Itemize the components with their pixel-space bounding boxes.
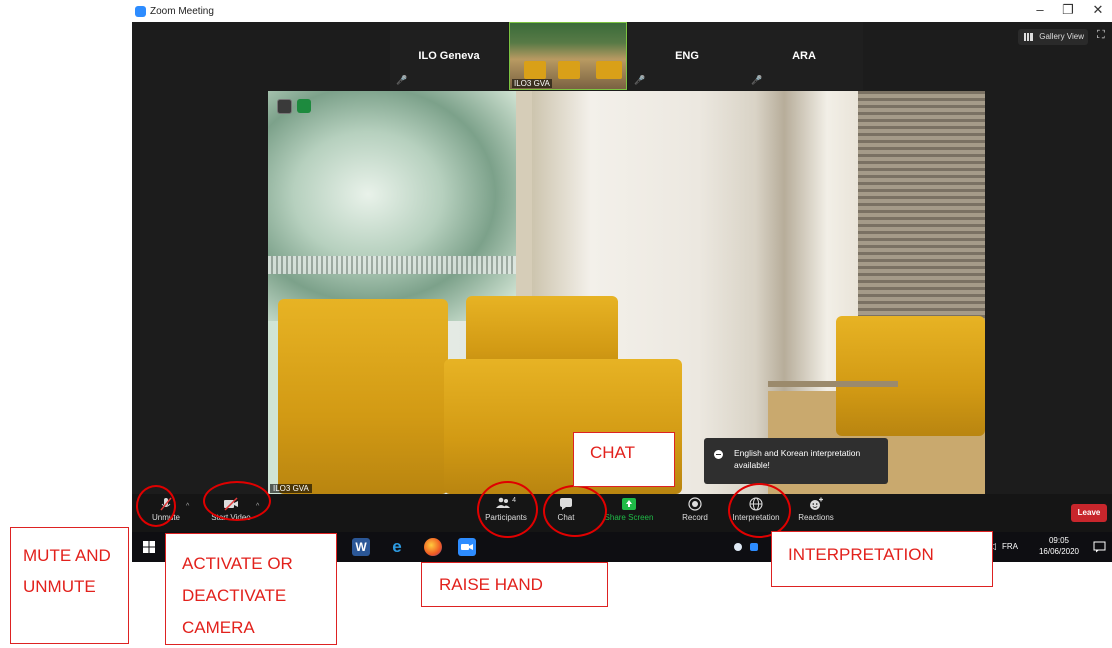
grid-icon	[1024, 33, 1033, 41]
chair-shape	[524, 61, 546, 79]
fullscreen-icon[interactable]: ⛶	[1097, 29, 1105, 42]
encryption-shield-icon[interactable]	[297, 99, 311, 113]
participant-tile-video[interactable]: ILO3 GVA	[509, 22, 627, 90]
minimize-button[interactable]: –	[1030, 2, 1050, 17]
info-icon	[714, 450, 723, 459]
clock-date: 16/06/2020	[1038, 547, 1080, 556]
callout-interpretation: INTERPRETATION	[771, 531, 993, 587]
window-titlebar	[132, 0, 1112, 22]
edge-browser-icon[interactable]: e	[388, 538, 406, 556]
participant-name: ENG	[675, 50, 699, 62]
leave-button[interactable]: Leave	[1071, 504, 1107, 522]
record-label: Record	[682, 513, 708, 522]
interpretation-highlight-ring	[728, 483, 791, 538]
muted-mic-icon: 🎤	[751, 75, 763, 85]
restore-button[interactable]: ❐	[1058, 2, 1078, 18]
participant-name: ILO Geneva	[418, 50, 480, 62]
participant-name: ILO3 GVA	[512, 79, 552, 88]
video-participant-label: ILO3 GVA	[270, 484, 312, 493]
chair	[278, 299, 448, 494]
tray-zoom-icon[interactable]	[750, 543, 758, 551]
callout-mute-unmute: MUTE AND UNMUTE	[10, 527, 129, 644]
chair-shape	[558, 61, 580, 79]
video-highlight-ring	[203, 481, 271, 521]
balcony-railing	[268, 256, 518, 274]
window-title: Zoom Meeting	[150, 6, 214, 17]
share-screen-label: Share Screen	[604, 513, 654, 522]
participant-name: ARA	[792, 50, 816, 62]
interpretation-toast: English and Korean interpretation availa…	[704, 438, 888, 484]
zoom-camera-icon	[461, 544, 473, 550]
participant-tile[interactable]: ILO Geneva 🎤	[390, 22, 508, 90]
tray-app-icon[interactable]	[734, 543, 742, 551]
muted-mic-icon: 🎤	[396, 75, 408, 85]
callout-chat: CHAT	[573, 432, 675, 487]
gallery-view-button[interactable]: Gallery View	[1018, 29, 1088, 45]
chair-shape	[596, 61, 622, 79]
participants-highlight-ring	[477, 481, 538, 538]
unmute-highlight-ring	[136, 485, 176, 527]
close-button[interactable]: ✕	[1088, 2, 1108, 18]
participant-tile[interactable]: ARA 🎤	[745, 22, 863, 90]
firefox-icon[interactable]	[424, 538, 442, 556]
reactions-button[interactable]: Reactions	[796, 497, 836, 522]
chat-highlight-ring	[543, 485, 607, 537]
window-trees	[268, 91, 518, 321]
muted-mic-icon: 🎤	[634, 75, 646, 85]
chair	[836, 316, 985, 436]
zoom-taskbar-icon[interactable]	[458, 538, 476, 556]
callout-camera: ACTIVATE OR DEACTIVATE CAMERA	[165, 533, 337, 645]
smiley-plus-icon	[810, 497, 823, 510]
language-indicator[interactable]: FRA	[1002, 542, 1018, 551]
record-icon	[688, 497, 702, 511]
record-button[interactable]: Record	[679, 497, 711, 522]
gallery-view-label: Gallery View	[1039, 32, 1084, 41]
share-screen-icon	[622, 498, 636, 510]
share-screen-button[interactable]: Share Screen	[602, 497, 656, 522]
windows-start-icon[interactable]	[143, 541, 155, 553]
notifications-icon[interactable]	[1093, 541, 1106, 553]
callout-raise-hand: RAISE HAND	[421, 562, 608, 607]
word-icon[interactable]: W	[352, 538, 370, 556]
toast-text: English and Korean interpretation availa…	[734, 448, 861, 470]
desk-edge	[768, 381, 898, 387]
window-blinds	[858, 91, 985, 331]
system-clock[interactable]: 09:05 16/06/2020	[1034, 535, 1084, 557]
camera-info-icon[interactable]	[277, 99, 292, 114]
participant-tile[interactable]: ENG 🎤	[628, 22, 746, 90]
reactions-label: Reactions	[798, 513, 834, 522]
clock-time: 09:05	[1048, 536, 1070, 545]
zoom-app-icon	[135, 6, 146, 17]
audio-options-chevron-icon[interactable]: ^	[186, 503, 189, 510]
